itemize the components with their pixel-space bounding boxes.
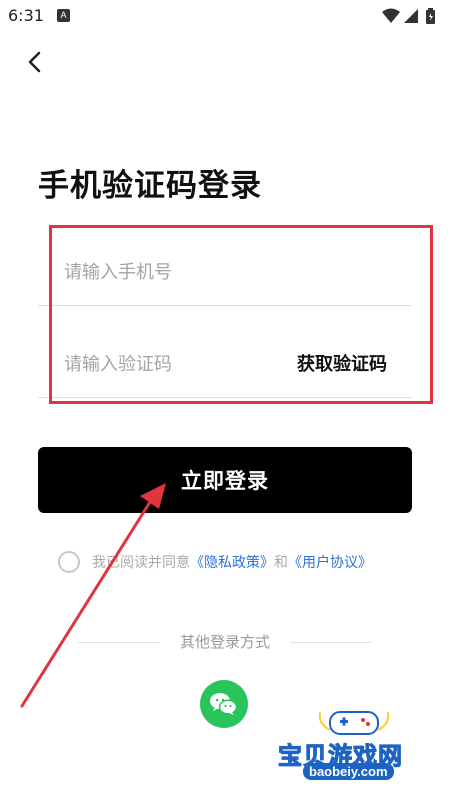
gamepad-icon xyxy=(318,711,390,735)
user-agreement-link[interactable]: 《用户协议》 xyxy=(288,552,372,572)
wifi-icon xyxy=(382,8,400,23)
battery-icon xyxy=(426,8,435,24)
back-button[interactable] xyxy=(22,48,50,76)
watermark-url: baobeiy.com xyxy=(303,763,394,780)
privacy-policy-link[interactable]: 《隐私政策》 xyxy=(190,552,274,572)
other-login-divider: 其他登录方式 xyxy=(78,631,372,653)
agreement-conjunction: 和 xyxy=(274,555,288,571)
wechat-login-button[interactable] xyxy=(200,680,248,728)
login-button[interactable]: 立即登录 xyxy=(38,447,412,513)
site-watermark: 宝贝游戏网 baobeiy.com xyxy=(270,700,450,800)
agreement-row: 我已阅读并同意 《隐私政策》 和 《用户协议》 xyxy=(58,550,372,574)
page-title: 手机验证码登录 xyxy=(38,168,262,204)
status-bar: 6:31 A xyxy=(0,0,450,34)
divider-line-right xyxy=(290,642,372,643)
highlight-box xyxy=(49,225,433,404)
agreement-prefix: 我已阅读并同意 xyxy=(92,555,190,571)
status-icons xyxy=(382,8,435,24)
signal-icon xyxy=(404,9,418,23)
status-time: 6:31 xyxy=(8,6,44,25)
wechat-icon xyxy=(210,693,238,715)
notification-badge: A xyxy=(57,9,70,22)
agreement-checkbox[interactable] xyxy=(58,551,80,573)
chevron-left-icon xyxy=(28,51,41,73)
